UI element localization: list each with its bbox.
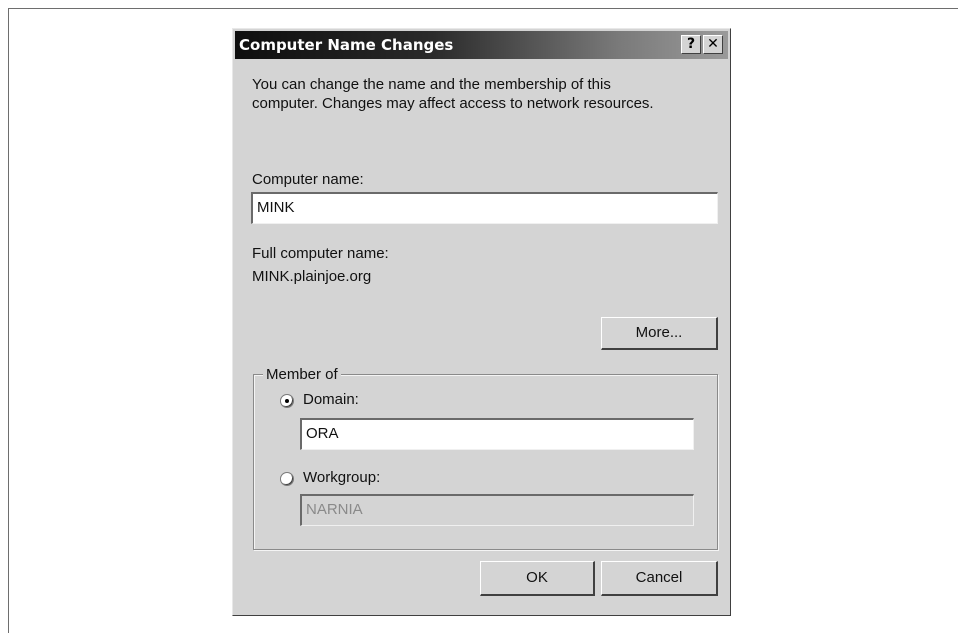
computer-name-label: Computer name:	[252, 171, 364, 188]
full-computer-name-value: MINK.plainjoe.org	[252, 268, 372, 285]
more-button[interactable]: More...	[601, 317, 718, 350]
description-line-2: computer. Changes may affect access to n…	[252, 95, 654, 112]
help-button[interactable]: ?	[681, 35, 701, 54]
dialog-title: Computer Name Changes	[239, 36, 454, 54]
cancel-button[interactable]: Cancel	[601, 561, 718, 596]
page-frame-top	[8, 8, 958, 9]
domain-radio-selected-dot	[285, 399, 289, 403]
domain-label: Domain:	[303, 391, 359, 408]
ok-button[interactable]: OK	[480, 561, 595, 596]
close-button[interactable]: ✕	[703, 35, 723, 54]
title-bar[interactable]: Computer Name Changes ? ✕	[235, 31, 728, 59]
full-computer-name-label: Full computer name:	[252, 245, 389, 262]
workgroup-input[interactable]: NARNIA	[300, 494, 694, 526]
computer-name-changes-dialog: Computer Name Changes ? ✕ You can change…	[232, 28, 731, 616]
domain-input[interactable]: ORA	[300, 418, 694, 450]
workgroup-label: Workgroup:	[303, 469, 381, 486]
domain-radio[interactable]	[280, 394, 294, 408]
member-of-legend: Member of	[263, 366, 341, 383]
description-line-1: You can change the name and the membersh…	[252, 76, 611, 93]
page-frame-left	[8, 8, 9, 633]
computer-name-input[interactable]: MINK	[251, 192, 718, 224]
workgroup-radio[interactable]	[280, 472, 294, 486]
